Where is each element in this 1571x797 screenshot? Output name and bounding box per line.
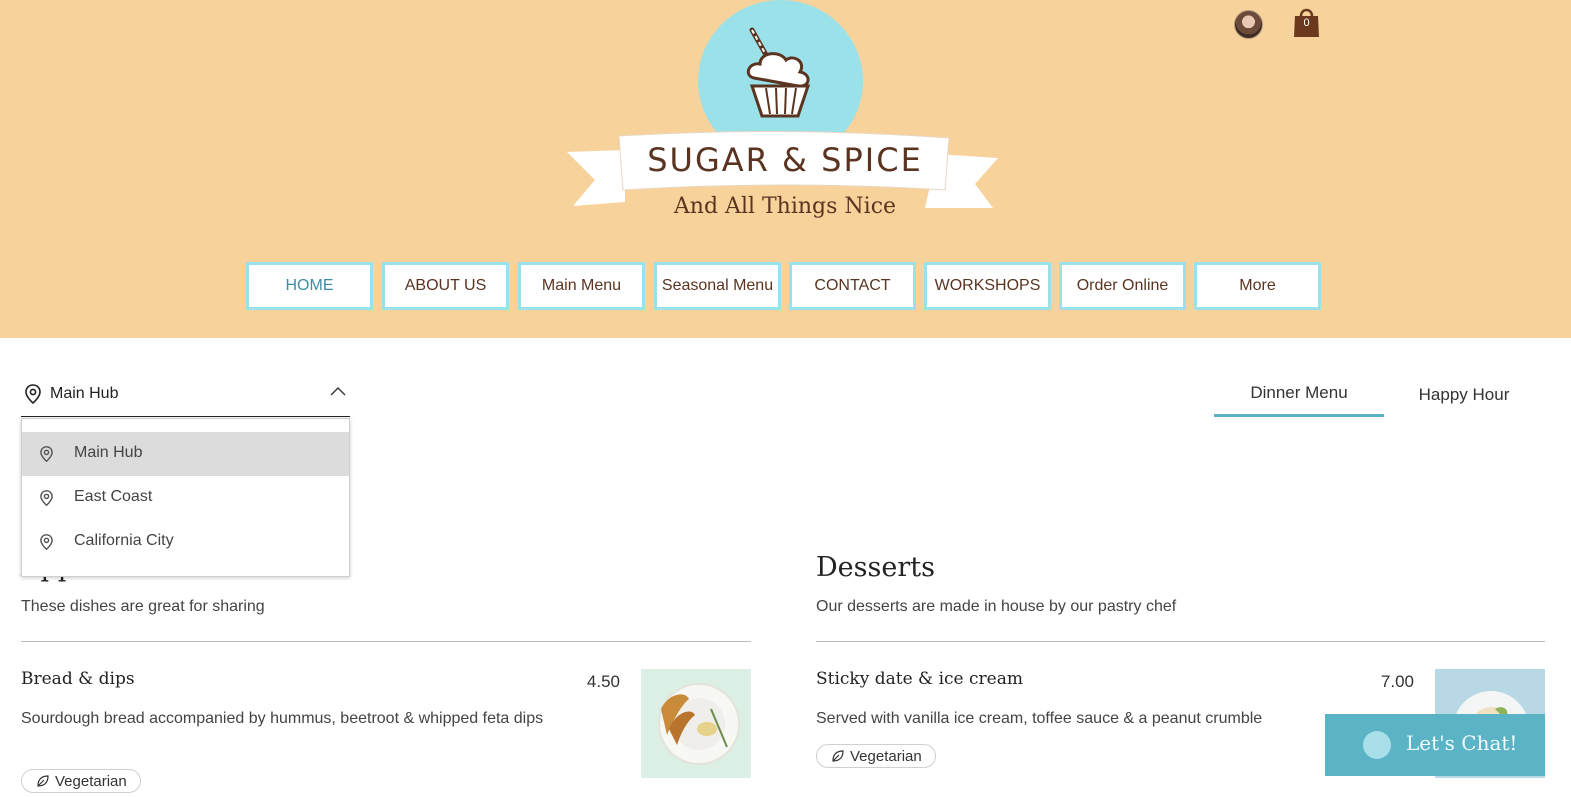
section-description: These dishes are great for sharing [21, 598, 265, 615]
user-avatar[interactable] [1234, 10, 1263, 39]
location-pin-icon [25, 384, 41, 404]
section-title-desserts: Desserts [816, 552, 935, 583]
location-option-label: California City [74, 532, 174, 549]
tab-dinner-menu[interactable]: Dinner Menu [1214, 372, 1384, 417]
location-pin-icon [40, 534, 53, 550]
location-option-east-coast[interactable]: East Coast [22, 476, 349, 520]
bread-dips-image [641, 669, 751, 778]
brand-title: SUGAR & SPICE [647, 141, 923, 179]
nav-workshops[interactable]: WORKSHOPS [924, 262, 1051, 310]
chat-label: Let's Chat! [1406, 731, 1518, 755]
nav-order-online[interactable]: Order Online [1059, 262, 1186, 310]
location-pin-icon [40, 446, 53, 462]
section-description: Our desserts are made in house by our pa… [816, 598, 1177, 615]
section-divider [21, 641, 751, 642]
location-pin-icon [40, 490, 53, 506]
chat-icon [1363, 731, 1391, 759]
nav-main-menu[interactable]: Main Menu [518, 262, 645, 310]
location-option-main-hub[interactable]: Main Hub [22, 432, 349, 476]
nav-more[interactable]: More [1194, 262, 1321, 310]
tab-happy-hour[interactable]: Happy Hour [1384, 372, 1544, 417]
site-header: SUGAR & SPICE And All Things Nice 0 HOME… [0, 0, 1571, 338]
leaf-icon [37, 775, 49, 787]
location-dropdown: Main Hub East Coast California City [21, 418, 350, 577]
location-option-label: Main Hub [74, 444, 143, 461]
menu-item-description: Sourdough bread accompanied by hummus, b… [21, 710, 544, 727]
cupcake-logo-icon [746, 27, 811, 118]
nav-seasonal-menu[interactable]: Seasonal Menu [654, 262, 781, 310]
brand-tagline: And All Things Nice [673, 194, 897, 219]
vegetarian-tag: Vegetarian [21, 769, 141, 793]
nav-contact[interactable]: CONTACT [789, 262, 916, 310]
menu-item-name: Bread & dips [21, 669, 135, 689]
menu-item-description: Served with vanilla ice cream, toffee sa… [816, 710, 1263, 727]
nav-about-us[interactable]: ABOUT US [382, 262, 509, 310]
cart-count: 0 [1303, 17, 1310, 29]
vegetarian-tag: Vegetarian [816, 744, 936, 768]
nav-home[interactable]: HOME [246, 262, 373, 310]
section-divider [816, 641, 1545, 642]
location-select-value: Main Hub [50, 385, 119, 402]
menu-item-price: 4.50 [586, 672, 620, 691]
location-option-label: East Coast [74, 488, 153, 505]
chat-widget-button[interactable]: Let's Chat! [1325, 714, 1545, 776]
chevron-up-icon [330, 387, 346, 396]
location-select[interactable]: Main Hub [21, 372, 350, 417]
tag-label: Vegetarian [55, 772, 127, 790]
menu-item-name: Sticky date & ice cream [816, 669, 1023, 689]
leaf-icon [832, 750, 844, 762]
menu-item-price: 7.00 [1380, 672, 1414, 691]
tag-label: Vegetarian [850, 747, 922, 765]
location-option-california-city[interactable]: California City [22, 520, 349, 564]
